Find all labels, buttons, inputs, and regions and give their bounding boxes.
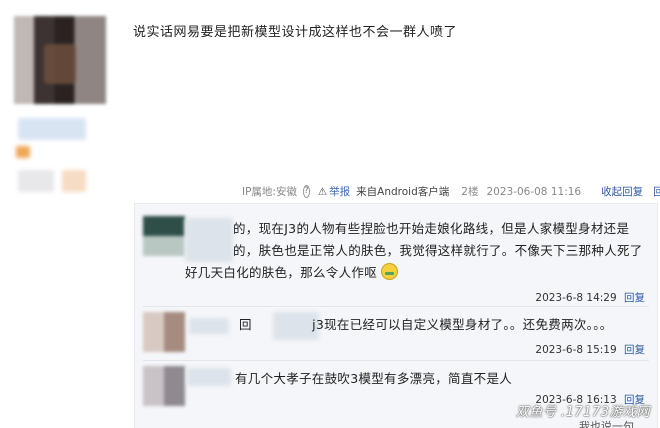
post-time: 2023-06-08 11:16 <box>486 185 582 198</box>
list-item: 回 j3现在已经可以自定义模型身材了。。还免费两次。。。 2023-6-8 15… <box>135 310 657 362</box>
reply-text: 有几个大孝子在鼓吹3模型有多漂亮，简直不是人 <box>235 368 649 390</box>
level-badge-blur <box>16 146 30 158</box>
username-blur <box>187 368 231 386</box>
reply-line: 的，肤色也是正常人的肤色，我觉得这样就行了。不像天下三那种人死了 <box>233 243 643 258</box>
device-source: 来自Android客户端 <box>356 186 450 198</box>
avatar[interactable] <box>143 366 185 406</box>
reply-link[interactable]: 回复 <box>653 184 660 199</box>
reply-body: 有几个大孝子在鼓吹3模型有多漂亮，简直不是人 <box>235 371 513 386</box>
reply-text: 的，现在J3的人物有些捏脸也开始走娘化路线，但是人家模型身材还是 的，肤色也是正… <box>185 218 649 284</box>
post-content: 说实话网易要是把新模型设计成这样也不会一群人喷了 <box>133 25 458 40</box>
avatar[interactable] <box>143 312 185 352</box>
badge-blur <box>18 170 54 192</box>
nauseated-face-icon <box>381 263 399 280</box>
help-icon[interactable]: ? <box>302 185 310 198</box>
divider <box>143 306 649 307</box>
collapse-replies-link[interactable]: 收起回复 <box>601 184 643 199</box>
reply-body: j3现在已经可以自定义模型身材了。。还免费两次。。。 <box>312 317 613 332</box>
user-info-column <box>0 0 120 428</box>
reply-prefix: 回 <box>239 317 252 332</box>
report-link[interactable]: 举报 <box>329 184 350 199</box>
tieba-post-page: 说实话网易要是把新模型设计成这样也不会一群人喷了 IP属地:安徽 ? ⚠ 举报 … <box>0 0 660 428</box>
report-icon[interactable]: ⚠ <box>318 186 327 198</box>
reply-text: 回 j3现在已经可以自定义模型身材了。。还免费两次。。。 <box>185 314 649 336</box>
floor-number: 2楼 <box>461 186 479 198</box>
reply-time: 2023-6-8 14:29 回复 <box>535 292 645 304</box>
reply-time: 2023-6-8 15:19 回复 <box>535 344 645 356</box>
reply-line: 的，现在J3的人物有些捏脸也开始走娘化路线，但是人家模型身材还是 <box>233 221 630 236</box>
reply-line: 好几天白化的肤色，那么令人作呕 <box>185 265 378 280</box>
reply-button[interactable]: 回复 <box>624 292 645 304</box>
avatar[interactable] <box>14 16 106 104</box>
avatar[interactable] <box>143 216 185 256</box>
username-blur <box>18 118 86 140</box>
ip-location: IP属地:安徽 <box>242 186 297 198</box>
comment-input-link[interactable]: 我也说一句 <box>579 418 634 428</box>
post-meta-bar: IP属地:安徽 ? ⚠ 举报 来自Android客户端 2楼 2023-06-0… <box>242 184 660 199</box>
badge-blur-2 <box>62 170 86 192</box>
reply-button[interactable]: 回复 <box>624 344 645 356</box>
list-item: 的，现在J3的人物有些捏脸也开始走娘化路线，但是人家模型身材还是 的，肤色也是正… <box>135 212 657 310</box>
divider <box>143 360 649 361</box>
reply-list: 的，现在J3的人物有些捏脸也开始走娘化路线，但是人家模型身材还是 的，肤色也是正… <box>134 203 658 428</box>
